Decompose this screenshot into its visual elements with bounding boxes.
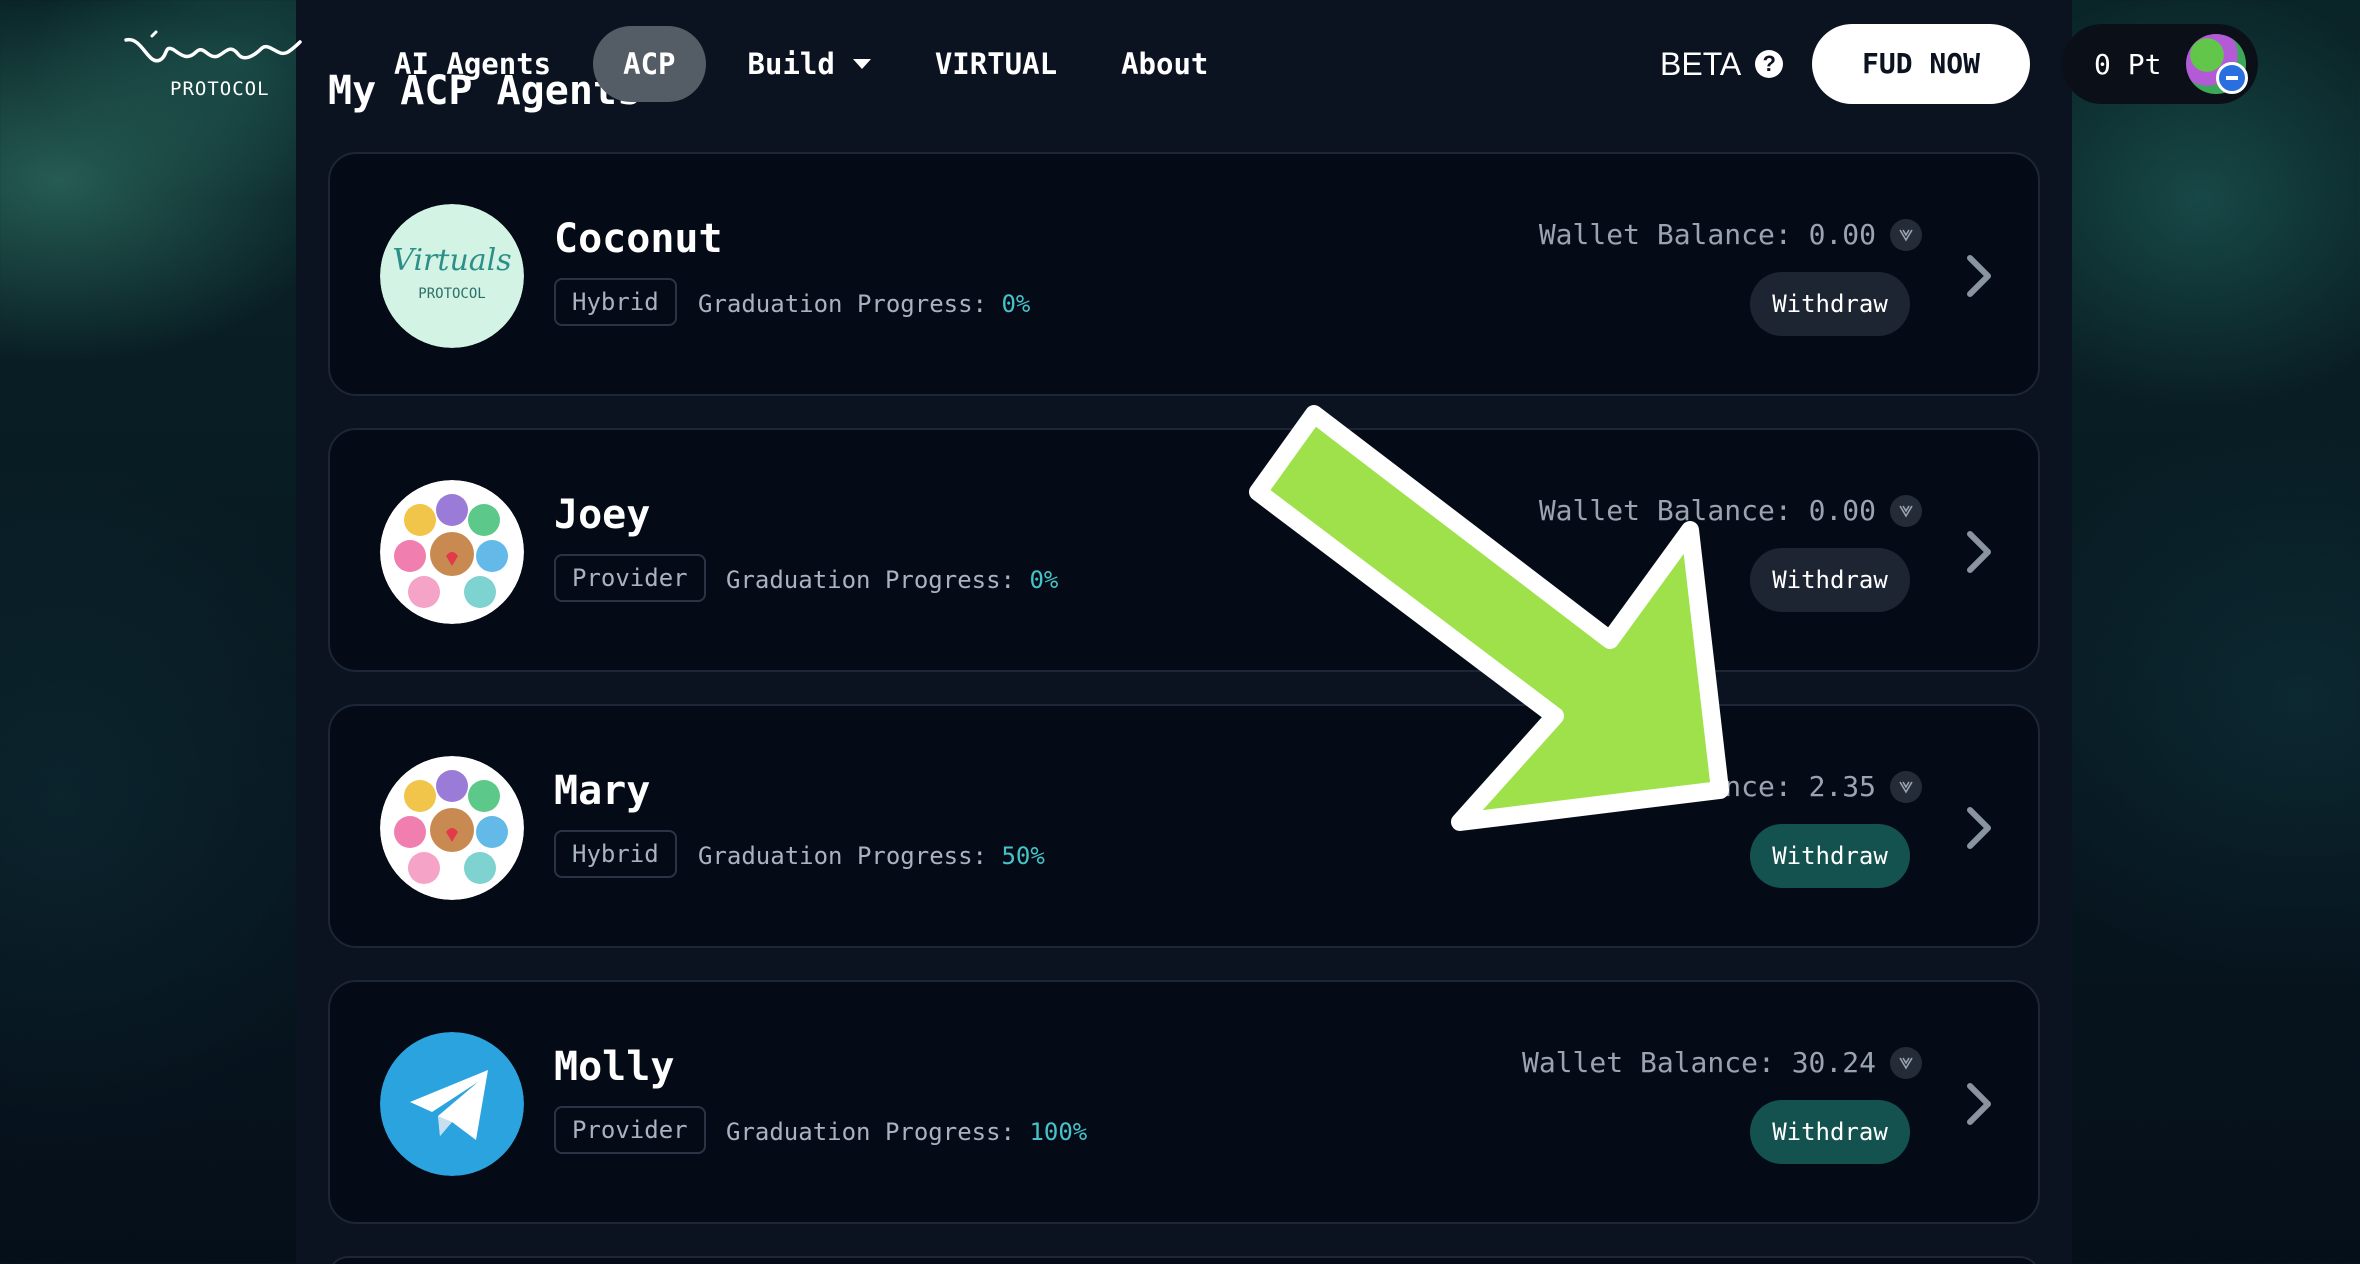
nav-acp[interactable]: ACP	[593, 26, 706, 102]
withdraw-button[interactable]: Withdraw	[1750, 824, 1910, 888]
virtual-token-icon	[1890, 1046, 1922, 1079]
chevron-right-icon[interactable]	[1958, 526, 1998, 578]
agent-avatar: Virtuals PROTOCOL	[380, 204, 524, 348]
agent-name: Mary	[554, 768, 651, 814]
wallet-badge-icon	[2216, 62, 2248, 94]
agent-name: Molly	[554, 1044, 675, 1090]
agent-card-coconut[interactable]: Virtuals PROTOCOL Coconut Hybrid Graduat…	[328, 152, 2040, 396]
graduation-value: 50%	[1001, 842, 1045, 870]
virtuals-protocol-logo[interactable]: PROTOCOL	[122, 30, 302, 100]
withdraw-button[interactable]: Withdraw	[1750, 272, 1910, 336]
chevron-right-icon[interactable]	[1958, 802, 1998, 854]
chevron-right-icon[interactable]	[1958, 1078, 1998, 1130]
agent-card-molly[interactable]: Molly Provider Graduation Progress: 100%…	[328, 980, 2040, 1224]
logo-script-text: Virtuals	[392, 243, 511, 278]
wallet-label: Wallet Balance:	[1538, 218, 1792, 251]
withdraw-button[interactable]: Withdraw	[1750, 548, 1910, 612]
virtual-token-icon	[1890, 218, 1922, 251]
fud-now-button[interactable]: FUD NOW	[1812, 24, 2030, 104]
logo-subtitle: PROTOCOL	[418, 286, 485, 302]
wallet-balance: Wallet Balance: 0.00	[1539, 218, 1922, 251]
top-nav-bar: PROTOCOL AI Agents ACP Build VIRTUAL Abo…	[0, 0, 2360, 126]
virtual-token-icon	[1890, 494, 1922, 527]
role-badge: Hybrid	[554, 830, 677, 878]
wallet-label: Wallet Balance:	[1521, 1046, 1775, 1079]
graduation-label: Graduation Progress:	[726, 566, 1015, 594]
wallet-balance: Wallet Balance: 0.00	[1539, 494, 1922, 527]
graduation-progress: Graduation Progress: 100%	[726, 1118, 1087, 1146]
logo-subtitle: PROTOCOL	[170, 78, 270, 100]
graduation-label: Graduation Progress:	[698, 842, 987, 870]
points-balance: 0 Pt	[2094, 47, 2162, 81]
graduation-value: 0%	[1001, 290, 1031, 318]
agent-name: Joey	[554, 492, 651, 538]
graduation-progress: Graduation Progress: 0%	[698, 290, 1030, 318]
beta-indicator[interactable]: BETA ?	[1660, 40, 1784, 88]
graduation-value: 100%	[1029, 1118, 1088, 1146]
agent-avatar	[380, 480, 524, 624]
question-circle-icon[interactable]: ?	[1755, 50, 1784, 78]
graduation-label: Graduation Progress:	[726, 1118, 1015, 1146]
chevron-down-icon	[852, 59, 871, 69]
graduation-progress: Graduation Progress: 0%	[726, 566, 1058, 594]
wallet-value: 2.35	[1808, 770, 1876, 803]
role-badge: Provider	[554, 1106, 706, 1154]
wallet-value: 0.00	[1808, 218, 1876, 251]
main-nav: AI Agents ACP Build VIRTUAL About	[372, 26, 1250, 102]
agent-card-partial[interactable]	[328, 1256, 2040, 1264]
role-badge: Hybrid	[554, 278, 677, 326]
graduation-label: Graduation Progress:	[698, 290, 987, 318]
nav-virtual[interactable]: VIRTUAL	[913, 26, 1079, 102]
nav-build-label: Build	[747, 47, 835, 81]
beta-label: BETA	[1660, 45, 1742, 82]
graduation-value: 0%	[1029, 566, 1059, 594]
chevron-right-icon[interactable]	[1958, 250, 1998, 302]
wallet-label: Wallet Balance:	[1538, 770, 1792, 803]
graduation-progress: Graduation Progress: 50%	[698, 842, 1045, 870]
nav-build[interactable]: Build	[726, 26, 893, 102]
agent-avatar	[380, 756, 524, 900]
wallet-value: 0.00	[1808, 494, 1876, 527]
agent-name: Coconut	[554, 216, 723, 262]
wallet-value: 30.24	[1791, 1046, 1876, 1079]
nav-ai-agents[interactable]: AI Agents	[372, 26, 573, 102]
role-badge: Provider	[554, 554, 706, 602]
agent-card-joey[interactable]: Joey Provider Graduation Progress: 0% Wa…	[328, 428, 2040, 672]
wallet-balance: Wallet Balance: 2.35	[1539, 770, 1922, 803]
withdraw-button[interactable]: Withdraw	[1750, 1100, 1910, 1164]
wallet-balance: Wallet Balance: 30.24	[1522, 1046, 1922, 1079]
agent-card-mary[interactable]: Mary Hybrid Graduation Progress: 50% Wal…	[328, 704, 2040, 948]
virtual-token-icon	[1890, 770, 1922, 803]
nav-about[interactable]: About	[1099, 26, 1230, 102]
agent-avatar	[380, 1032, 524, 1176]
wallet-label: Wallet Balance:	[1538, 494, 1792, 527]
